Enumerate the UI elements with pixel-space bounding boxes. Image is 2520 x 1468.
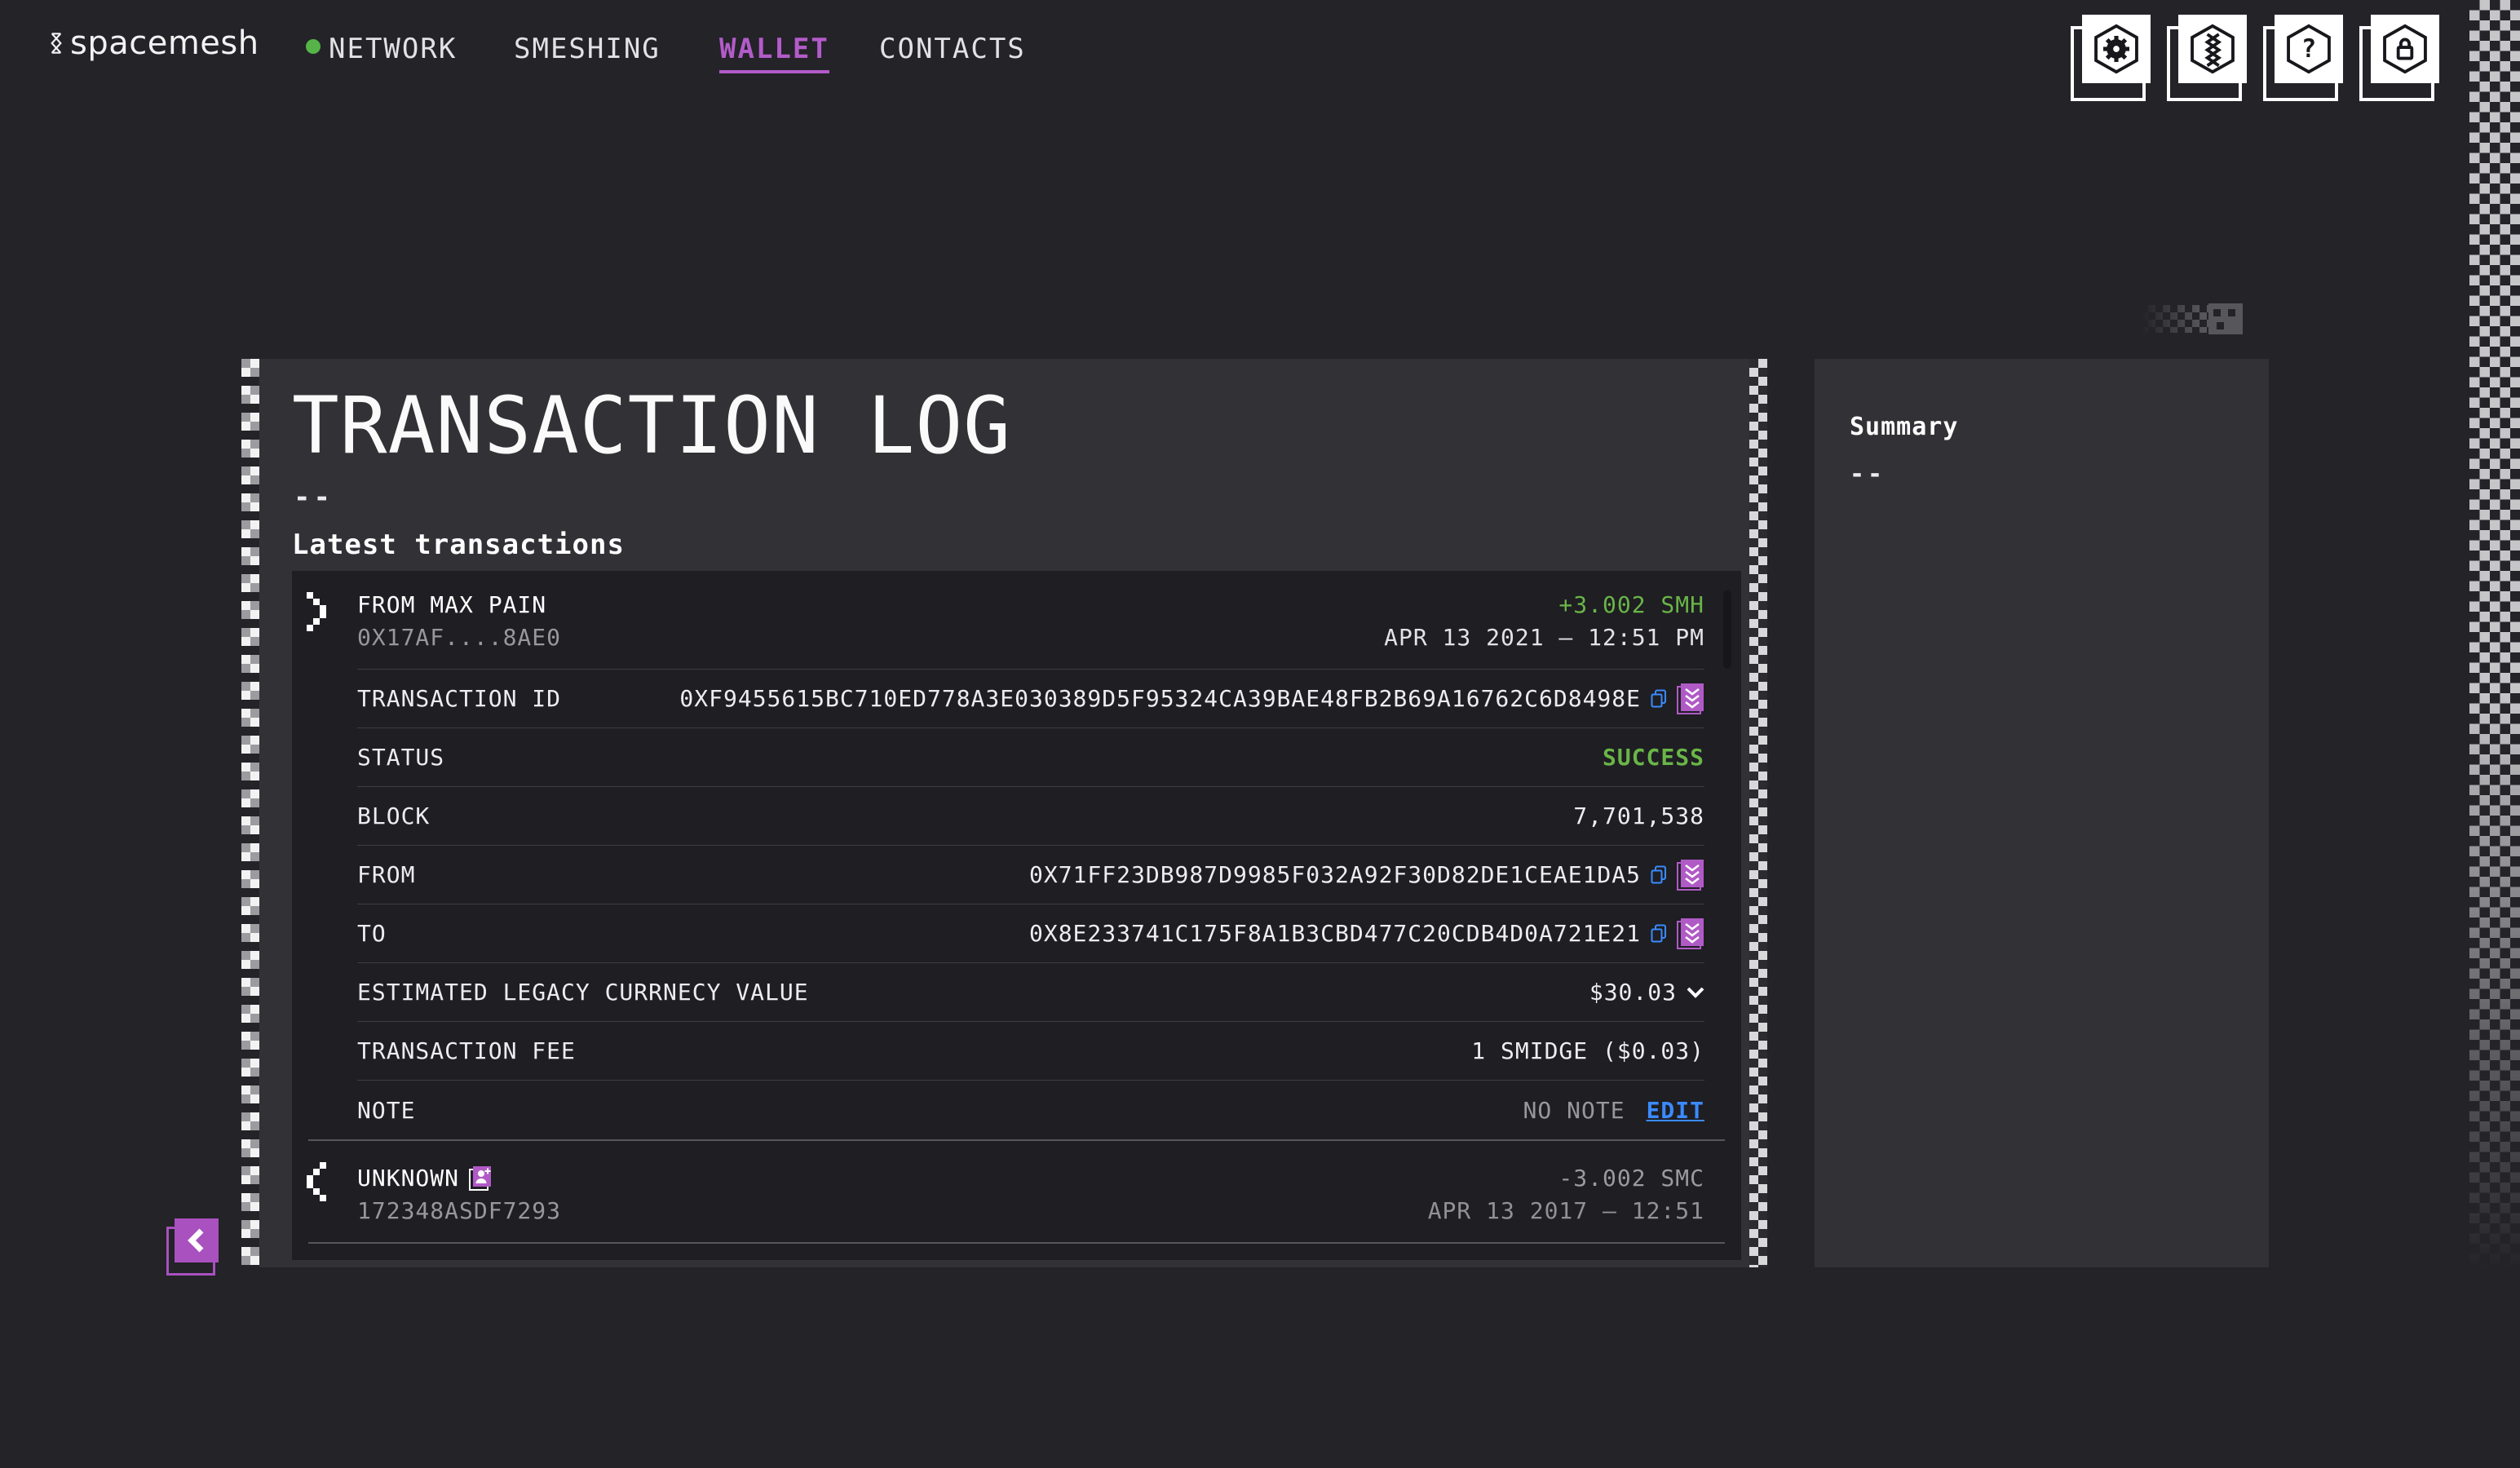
from-address-value: 0X71FF23DB987D9985F032A92F30D82DE1CEAE1D… xyxy=(1029,861,1641,888)
detail-row-status: STATUS SUCCESS xyxy=(357,728,1704,787)
tx-counterparty: FROM MAX PAIN xyxy=(357,589,546,621)
copy-icon[interactable] xyxy=(1651,864,1667,886)
copy-icon[interactable] xyxy=(1651,923,1667,944)
transaction-details: TRANSACTION ID 0XF9455615BC710ED778A3E03… xyxy=(357,670,1704,1139)
network-dna-button[interactable] xyxy=(2178,15,2247,83)
page-title: TRANSACTION LOG xyxy=(292,380,1011,471)
top-nav: spacemesh NETWORK SMESHING WALLET CONTAC… xyxy=(0,0,2520,98)
detail-label: TO xyxy=(357,920,387,947)
detail-row-fee: TRANSACTION FEE 1 SMIDGE ($0.03) xyxy=(357,1022,1704,1081)
detail-row-to: TO 0X8E233741C175F8A1B3CBD477C20CDB4D0A7… xyxy=(357,904,1704,963)
list-scrollbar-thumb[interactable] xyxy=(1723,590,1731,669)
network-dna-icon xyxy=(2186,23,2239,75)
detail-label: STATUS xyxy=(357,744,444,771)
explorer-icon[interactable] xyxy=(1677,918,1704,950)
chevron-left-icon xyxy=(187,1228,206,1253)
tx-address: 0X17AF....8AE0 xyxy=(357,621,561,654)
summary-dashes: -- xyxy=(1850,460,1886,489)
status-badge: SUCCESS xyxy=(1603,744,1704,771)
lock-icon xyxy=(2379,23,2431,75)
spacemesh-logo[interactable]: spacemesh xyxy=(49,24,259,62)
explorer-icon[interactable] xyxy=(1677,683,1704,715)
sent-arrow-icon xyxy=(307,1162,326,1205)
tx-datetime: APR 13 2017 – 12:51 xyxy=(1428,1195,1704,1227)
detail-row-note: NOTE NO NOTE EDIT xyxy=(357,1081,1704,1139)
detail-label: TRANSACTION ID xyxy=(357,685,561,712)
to-address-value: 0X8E233741C175F8A1B3CBD477C20CDB4D0A721E… xyxy=(1029,920,1641,947)
explorer-icon[interactable] xyxy=(1677,859,1704,891)
list-heading: Latest transactions xyxy=(292,528,625,561)
tx-address: 172348ASDF7293 xyxy=(357,1195,561,1227)
received-arrow-icon xyxy=(307,592,326,635)
edit-note-link[interactable]: EDIT xyxy=(1647,1097,1704,1124)
detail-row-from: FROM 0X71FF23DB987D9985F032A92F30D82DE1C… xyxy=(357,846,1704,904)
settings-button[interactable] xyxy=(2082,15,2151,83)
edge-checker-decoration xyxy=(2469,0,2520,1338)
transaction-log-panel: TRANSACTION LOG -- Latest transactions F… xyxy=(241,359,1767,1267)
detail-row-currency-value: ESTIMATED LEGACY CURRNECY VALUE $30.03 xyxy=(357,963,1704,1022)
tx-counterparty: UNKNOWN xyxy=(357,1162,459,1195)
title-dashes: -- xyxy=(294,481,334,514)
nav-item-contacts[interactable]: CONTACTS xyxy=(879,33,1026,65)
transaction-row-received[interactable]: FROM MAX PAIN +3.002 SMH 0X17AF....8AE0 … xyxy=(292,571,1741,669)
chevron-down-icon[interactable] xyxy=(1687,986,1704,999)
tx-datetime: APR 13 2021 – 12:51 PM xyxy=(1384,621,1704,654)
currency-value: $30.03 xyxy=(1589,979,1677,1006)
detail-label: ESTIMATED LEGACY CURRNECY VALUE xyxy=(357,979,809,1006)
detail-label: NOTE xyxy=(357,1097,415,1124)
summary-panel: Summary -- xyxy=(1815,359,2269,1267)
help-icon: ? xyxy=(2283,23,2335,75)
add-contact-icon[interactable] xyxy=(469,1165,492,1192)
dissolve-decoration xyxy=(2141,303,2243,334)
summary-title: Summary xyxy=(1850,413,1958,441)
panel-right-checker-border xyxy=(1749,359,1767,1267)
panel-left-checker-border xyxy=(241,359,259,1267)
tx-amount: +3.002 SMH xyxy=(1558,589,1704,621)
copy-icon[interactable] xyxy=(1651,688,1667,710)
nav-item-smeshing[interactable]: SMESHING xyxy=(514,33,661,65)
nav-item-network[interactable]: NETWORK xyxy=(329,33,457,65)
detail-label: BLOCK xyxy=(357,803,430,829)
detail-row-transaction-id: TRANSACTION ID 0XF9455615BC710ED778A3E03… xyxy=(357,670,1704,728)
detail-row-block: BLOCK 7,701,538 xyxy=(357,787,1704,846)
settings-icon xyxy=(2090,23,2142,75)
network-status-dot xyxy=(306,39,321,54)
transaction-list: FROM MAX PAIN +3.002 SMH 0X17AF....8AE0 … xyxy=(292,571,1741,1260)
spacemesh-glyph-icon xyxy=(49,30,64,56)
fee-value: 1 SMIDGE ($0.03) xyxy=(1471,1037,1704,1064)
nav-item-wallet[interactable]: WALLET xyxy=(719,33,829,73)
transaction-divider xyxy=(308,1242,1725,1244)
detail-label: FROM xyxy=(357,861,415,888)
lock-button[interactable] xyxy=(2371,15,2439,83)
back-button[interactable] xyxy=(175,1218,219,1262)
tx-amount: -3.002 SMC xyxy=(1558,1162,1704,1195)
svg-text:?: ? xyxy=(2301,34,2317,64)
detail-label: TRANSACTION FEE xyxy=(357,1037,576,1064)
block-value: 7,701,538 xyxy=(1573,803,1704,829)
help-button[interactable]: ? xyxy=(2275,15,2343,83)
logo-text: spacemesh xyxy=(70,24,259,62)
transaction-row-sent[interactable]: UNKNOWN -3.002 SMC xyxy=(292,1141,1741,1242)
transaction-id-value: 0XF9455615BC710ED778A3E030389D5F95324CA3… xyxy=(679,685,1641,712)
note-value: NO NOTE xyxy=(1523,1097,1625,1124)
